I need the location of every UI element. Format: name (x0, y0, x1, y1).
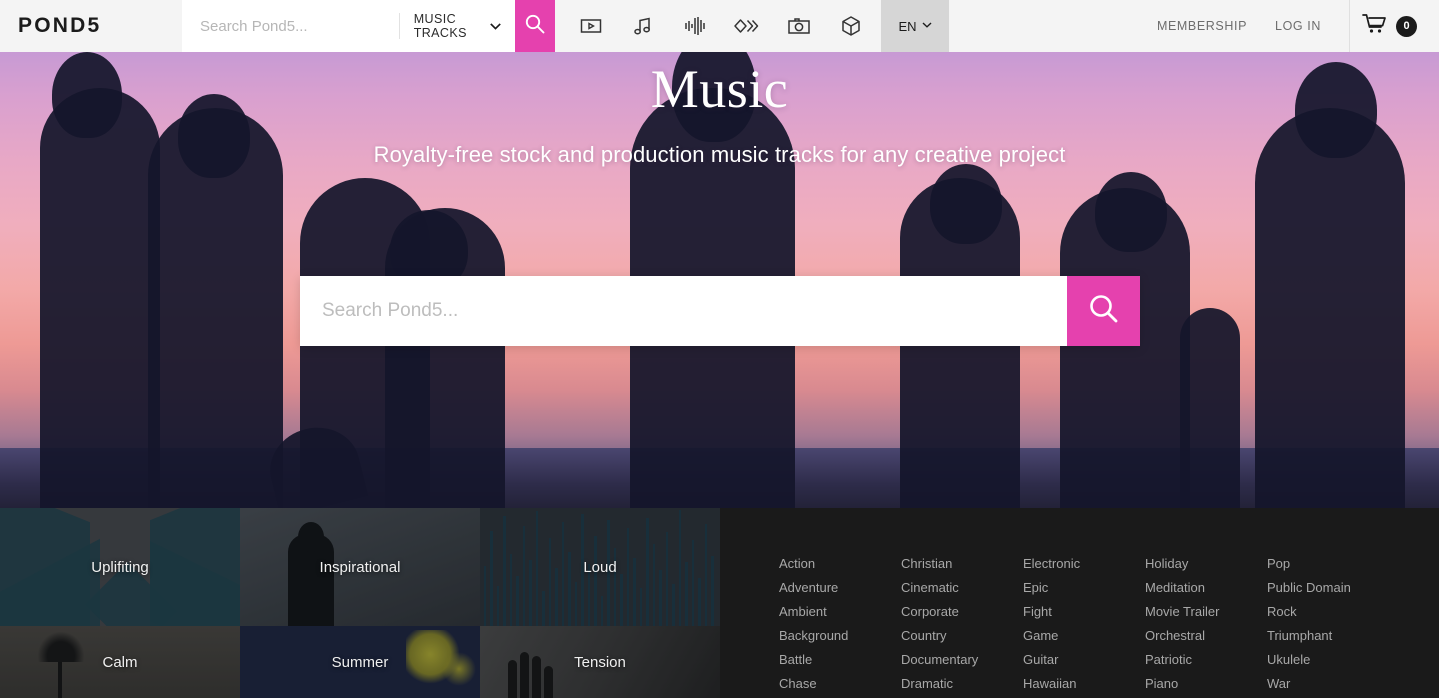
category-link[interactable]: Orchestral (1145, 624, 1267, 648)
media-type-nav (565, 0, 877, 52)
search-icon (524, 13, 546, 40)
music-note-icon (630, 13, 656, 39)
nav-3d-models-button[interactable] (825, 0, 877, 52)
tile-label: Loud (583, 558, 617, 576)
mood-tile-summer[interactable]: Summer (240, 626, 480, 698)
category-link[interactable]: Battle (779, 648, 901, 672)
hero-search-submit-button[interactable] (1067, 276, 1140, 346)
category-link[interactable]: Triumphant (1267, 624, 1389, 648)
category-link[interactable]: Rock (1267, 600, 1389, 624)
nav-music-button[interactable] (617, 0, 669, 52)
category-link[interactable]: Country (901, 624, 1023, 648)
category-column: Christian Cinematic Corporate Country Do… (901, 552, 1023, 698)
membership-link[interactable]: MEMBERSHIP (1143, 0, 1261, 52)
category-column: Holiday Meditation Movie Trailer Orchest… (1145, 552, 1267, 698)
tile-label: Inspirational (319, 558, 401, 576)
category-link[interactable]: Hawaiian (1023, 672, 1145, 696)
category-links-panel: Action Adventure Ambient Background Batt… (720, 508, 1439, 698)
search-icon (1087, 292, 1121, 331)
nav-divider (1349, 0, 1350, 52)
mood-tile-tension[interactable]: Tension (480, 626, 720, 698)
nav-sound-effects-button[interactable] (669, 0, 721, 52)
cart-count-badge: 0 (1396, 15, 1417, 37)
mood-tile-grid: Uplifiting Inspirational Loud Calm Summe… (0, 508, 720, 698)
chevron-down-icon (490, 21, 501, 32)
sound-effects-icon (681, 13, 709, 39)
cart-button[interactable]: 0 (1362, 13, 1439, 40)
hero-banner: Music Royalty-free stock and production … (0, 52, 1439, 508)
category-column: Electronic Epic Fight Game Guitar Hawaii… (1023, 552, 1145, 698)
category-link[interactable]: Holiday (1145, 552, 1267, 576)
category-link[interactable]: Public Domain (1267, 576, 1389, 600)
category-link[interactable]: Fight (1023, 600, 1145, 624)
header-category-dropdown[interactable]: MUSIC TRACKS (400, 0, 515, 52)
header-category-label: MUSIC TRACKS (413, 12, 467, 40)
top-navigation-bar: POND5 MUSIC TRACKS (0, 0, 1439, 52)
tile-label: Summer (331, 653, 389, 671)
page-title: Music (650, 59, 789, 119)
category-link[interactable]: Meditation (1145, 576, 1267, 600)
video-icon (578, 13, 604, 39)
cart-icon (1362, 13, 1388, 40)
account-nav: MEMBERSHIP LOG IN 0 (1143, 0, 1439, 52)
category-link[interactable]: Game (1023, 624, 1145, 648)
category-link[interactable]: Chase (779, 672, 901, 696)
mood-tile-calm[interactable]: Calm (0, 626, 240, 698)
category-link[interactable]: Epic (1023, 576, 1145, 600)
hero-search-input[interactable] (300, 276, 1067, 346)
photo-camera-icon (785, 13, 813, 39)
category-link[interactable]: Movie Trailer (1145, 600, 1267, 624)
category-link[interactable]: Corporate (901, 600, 1023, 624)
nav-video-button[interactable] (565, 0, 617, 52)
logo-text: POND5 (18, 14, 102, 37)
tile-label: Calm (102, 653, 138, 671)
category-link[interactable]: War (1267, 672, 1389, 696)
login-link[interactable]: LOG IN (1261, 0, 1335, 52)
nav-photos-button[interactable] (773, 0, 825, 52)
category-column: Action Adventure Ambient Background Batt… (779, 552, 901, 698)
category-link[interactable]: Ukulele (1267, 648, 1389, 672)
header-search-submit-button[interactable] (514, 0, 555, 52)
hero-search-bar (300, 276, 1140, 346)
page-subtitle: Royalty-free stock and production music … (373, 142, 1066, 167)
chevron-down-icon (922, 17, 932, 35)
category-link[interactable]: Piano (1145, 672, 1267, 696)
mood-tile-loud[interactable]: Loud (480, 508, 720, 626)
category-link[interactable]: Electronic (1023, 552, 1145, 576)
category-link[interactable]: Guitar (1023, 648, 1145, 672)
category-link[interactable]: Cinematic (901, 576, 1023, 600)
category-link[interactable]: Adventure (779, 576, 901, 600)
header-search-bar: MUSIC TRACKS (182, 0, 555, 52)
logo[interactable]: POND5 (0, 0, 182, 52)
nav-after-effects-button[interactable] (721, 0, 773, 52)
language-selector[interactable]: EN (881, 0, 949, 52)
category-link[interactable]: Dramatic (901, 672, 1023, 696)
mood-tile-uplifiting[interactable]: Uplifiting (0, 508, 240, 626)
category-link[interactable]: Pop (1267, 552, 1389, 576)
category-link[interactable]: Patriotic (1145, 648, 1267, 672)
category-link[interactable]: Christian (901, 552, 1023, 576)
category-link[interactable]: Ambient (779, 600, 901, 624)
after-effects-icon (732, 13, 762, 39)
category-column: Pop Public Domain Rock Triumphant Ukulel… (1267, 552, 1389, 698)
tile-label: Tension (574, 653, 626, 671)
category-link[interactable]: Action (779, 552, 901, 576)
tile-label: Uplifiting (91, 558, 149, 576)
3d-cube-icon (838, 13, 864, 39)
header-search-input[interactable] (182, 0, 399, 52)
bottom-section: Uplifiting Inspirational Loud Calm Summe… (0, 508, 1439, 698)
mood-tile-inspirational[interactable]: Inspirational (240, 508, 480, 626)
language-label: EN (898, 18, 917, 34)
category-link[interactable]: Background (779, 624, 901, 648)
category-link[interactable]: Documentary (901, 648, 1023, 672)
